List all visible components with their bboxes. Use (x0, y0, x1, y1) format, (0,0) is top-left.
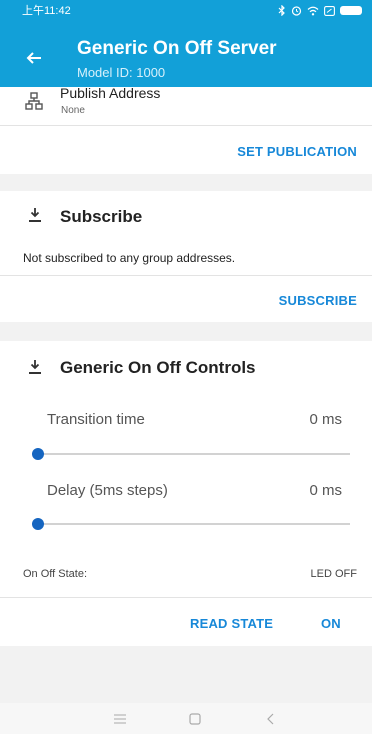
network-icon (25, 92, 43, 110)
controls-card: Generic On Off Controls Transition time … (0, 341, 372, 646)
slider-track (38, 453, 350, 455)
slider-track (38, 523, 350, 525)
publish-address-label: Publish Address (60, 85, 161, 101)
set-publication-button[interactable]: SET PUBLICATION (237, 144, 357, 159)
slider-thumb[interactable] (32, 518, 44, 530)
transition-time-label: Transition time (47, 411, 145, 428)
on-off-state-label: On Off State: (23, 568, 87, 580)
menu-icon[interactable] (110, 711, 130, 727)
app-bar: 上午11:42 Generic On Off Server Model ID: … (0, 0, 372, 87)
delay-slider[interactable] (32, 518, 350, 530)
system-nav-bar (0, 703, 372, 734)
publish-address-value: None (61, 105, 85, 116)
subscribe-message: Not subscribed to any group addresses. (23, 251, 236, 265)
status-bar: 上午11:42 (0, 0, 372, 22)
subscribe-button[interactable]: SUBSCRIBE (279, 293, 357, 308)
transition-time-slider[interactable] (32, 448, 350, 460)
download-icon (29, 208, 41, 222)
sim-icon (324, 5, 335, 16)
download-icon (29, 360, 41, 374)
divider (0, 597, 372, 598)
divider (0, 275, 372, 276)
battery-icon (340, 6, 362, 15)
divider (0, 125, 372, 126)
transition-time-value: 0 ms (309, 411, 342, 428)
subscribe-card: Subscribe Not subscribed to any group ad… (0, 191, 372, 322)
home-icon[interactable] (185, 711, 205, 727)
on-button[interactable]: ON (321, 616, 341, 631)
slider-thumb[interactable] (32, 448, 44, 460)
page-title: Generic On Off Server (77, 38, 277, 59)
wifi-icon (307, 6, 319, 15)
subscribe-title: Subscribe (60, 207, 143, 226)
back-button[interactable] (22, 46, 46, 70)
status-icons (278, 5, 362, 16)
page-subtitle: Model ID: 1000 (77, 65, 166, 80)
arrow-left-icon (26, 52, 41, 64)
alarm-icon (291, 6, 302, 16)
bluetooth-icon (278, 5, 285, 16)
delay-value: 0 ms (309, 482, 342, 499)
back-nav-icon[interactable] (261, 711, 281, 727)
read-state-button[interactable]: READ STATE (190, 616, 273, 631)
controls-title: Generic On Off Controls (60, 358, 256, 377)
on-off-state-value: LED OFF (310, 568, 357, 580)
publication-card: Publish Address None SET PUBLICATION (0, 85, 372, 174)
delay-label: Delay (5ms steps) (47, 482, 168, 499)
status-time: 上午11:42 (22, 5, 71, 17)
